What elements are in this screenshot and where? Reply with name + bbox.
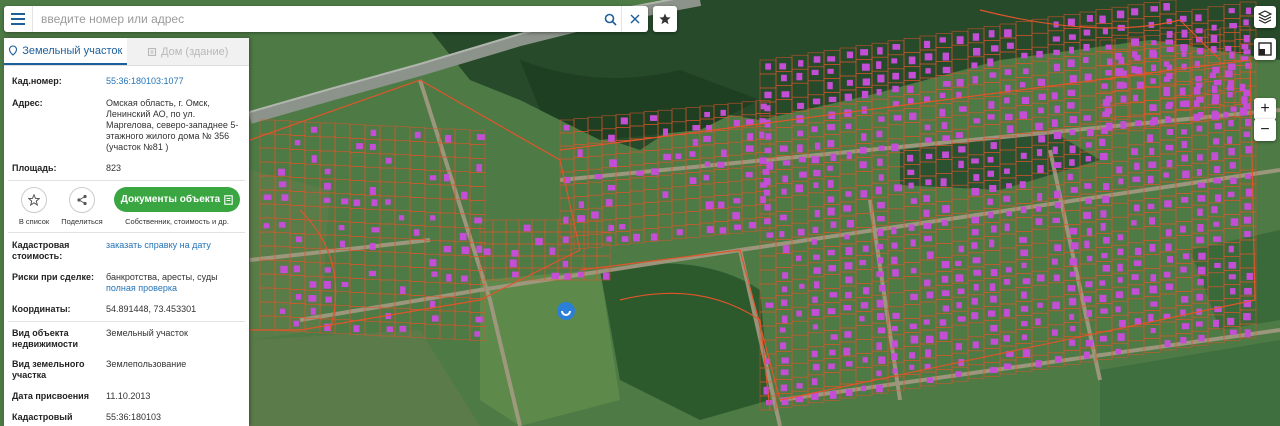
tab-land-plot[interactable]: Земельный участок xyxy=(4,38,127,65)
close-icon xyxy=(630,14,640,24)
documents-subtitle: Собственник, стоимость и др. xyxy=(125,217,229,226)
date-row: Дата присвоения 11.10.2013 xyxy=(4,391,249,402)
star-icon xyxy=(659,13,671,25)
share-icon xyxy=(77,194,87,206)
field-label: Адрес: xyxy=(12,98,43,108)
order-certificate-link[interactable]: заказать справку на дату xyxy=(106,240,241,262)
info-panel: Земельный участок Дом (здание) Кад.номер… xyxy=(4,38,249,426)
coords-value: 54.891448, 73.453301 xyxy=(106,304,197,314)
tab-label: Земельный участок xyxy=(22,44,123,57)
field-label: Вид объекта недвижимости xyxy=(12,328,78,349)
divider xyxy=(8,232,245,233)
share-button[interactable] xyxy=(69,187,95,213)
share-action[interactable]: Поделиться xyxy=(60,187,104,226)
field-label: Кад.номер: xyxy=(12,76,62,86)
area-row: Площадь: 823 xyxy=(4,163,249,174)
field-label: Координаты: xyxy=(12,304,71,314)
cad-value-row: Кадастровая стоимость: заказать справку … xyxy=(4,240,249,262)
field-label: Риски при сделке: xyxy=(12,272,94,282)
documents-block: Документы объекта Собственник, стоимость… xyxy=(114,187,240,226)
risks-row: Риски при сделке: банкротства, аресты, с… xyxy=(4,272,249,294)
tab-label: Дом (здание) xyxy=(161,45,229,58)
menu-icon xyxy=(11,13,25,25)
area-value: 823 xyxy=(106,163,122,173)
favorites-button[interactable] xyxy=(653,6,677,32)
land-type-row: Вид земельного участка Землепользование xyxy=(4,359,249,381)
panel-tabs: Земельный участок Дом (здание) xyxy=(4,38,249,66)
fullscreen-icon xyxy=(1258,42,1272,56)
search-button[interactable] xyxy=(599,6,621,32)
zoom-in-button[interactable]: + xyxy=(1254,98,1276,120)
search-input[interactable] xyxy=(33,7,599,31)
quarter-row: Кадастровый квартал 55:36:180103 xyxy=(4,412,249,426)
actions-row: В список Поделиться Документы объекта Со… xyxy=(4,181,249,230)
coords-row: Координаты: 54.891448, 73.453301 xyxy=(4,304,249,315)
layers-button[interactable] xyxy=(1254,6,1276,28)
favorite-label: В список xyxy=(18,217,50,226)
object-type-row: Вид объекта недвижимости Земельный участ… xyxy=(4,328,249,350)
date-value: 11.10.2013 xyxy=(106,391,151,401)
divider xyxy=(8,321,245,322)
object-type-value: Земельный участок xyxy=(106,328,188,338)
favorite-button[interactable] xyxy=(21,187,47,213)
land-type-value: Землепользование xyxy=(106,359,187,369)
clear-button[interactable] xyxy=(621,6,648,32)
cad-number-row: Кад.номер: 55:36:180103:1077 xyxy=(4,76,249,87)
document-icon xyxy=(224,194,233,205)
risks-value: банкротства, аресты, суды xyxy=(106,272,218,282)
building-icon xyxy=(148,47,157,56)
field-label: Кадастровая стоимость: xyxy=(12,240,70,261)
field-label: Дата присвоения xyxy=(12,391,89,401)
quarter-value: 55:36:180103 xyxy=(106,412,162,422)
layers-icon xyxy=(1258,10,1272,24)
documents-label: Документы объекта xyxy=(120,194,221,205)
location-marker-icon[interactable] xyxy=(557,302,575,320)
field-label: Кадастровый квартал xyxy=(12,412,73,426)
star-outline-icon xyxy=(28,194,40,206)
field-label: Вид земельного участка xyxy=(12,359,85,380)
documents-button[interactable]: Документы объекта xyxy=(114,187,240,212)
address-value: Омская область, г. Омск, Ленинский АО, п… xyxy=(106,98,239,152)
full-check-link[interactable]: полная проверка xyxy=(106,283,241,294)
add-to-list-action[interactable]: В список xyxy=(12,187,56,226)
cad-number-link[interactable]: 55:36:180103:1077 xyxy=(106,76,241,87)
fullscreen-button[interactable] xyxy=(1254,38,1276,60)
search-bar xyxy=(4,6,648,32)
field-label: Площадь: xyxy=(12,163,57,173)
share-label: Поделиться xyxy=(61,217,103,226)
tab-building[interactable]: Дом (здание) xyxy=(126,38,249,65)
zoom-out-button[interactable]: − xyxy=(1254,119,1276,141)
address-row: Адрес: Омская область, г. Омск, Ленински… xyxy=(4,98,249,153)
search-icon xyxy=(604,13,617,26)
location-pin-icon xyxy=(9,45,18,56)
menu-button[interactable] xyxy=(4,6,33,32)
